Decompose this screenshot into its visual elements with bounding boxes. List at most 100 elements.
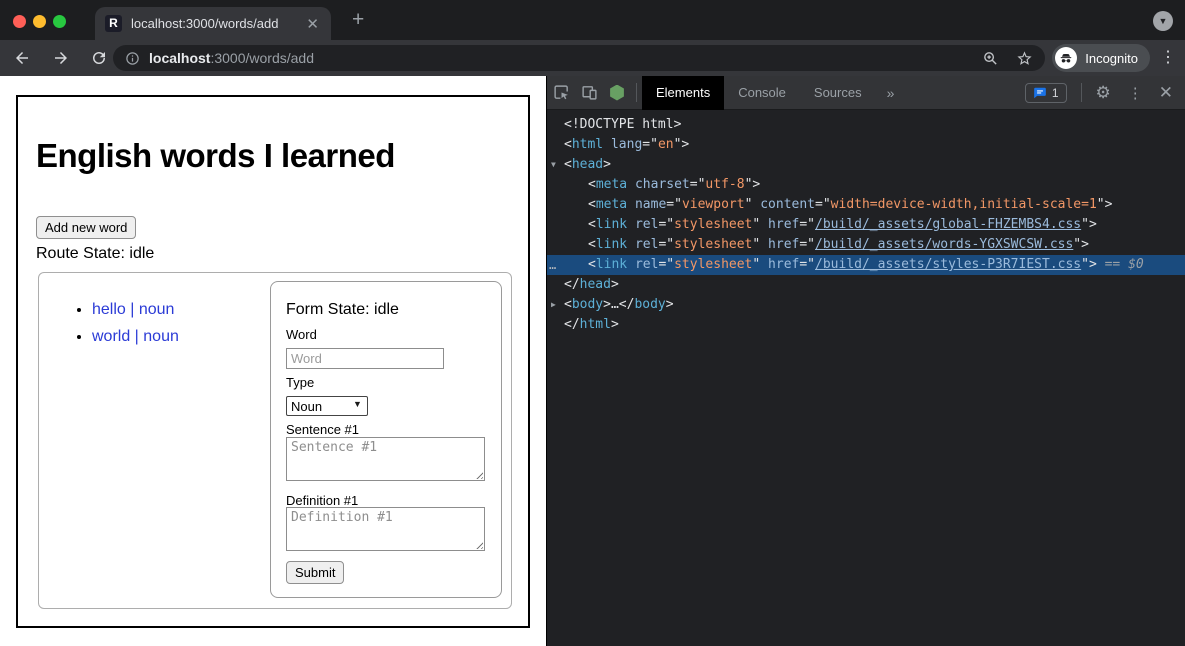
devtools-code: <!DOCTYPE html><html lang="en">▼<head><m… <box>547 110 1185 335</box>
inspect-element-icon[interactable] <box>547 76 575 110</box>
disclosure-arrow-icon[interactable]: ▶ <box>551 295 556 315</box>
code-token: width=device-width,initial-scale=1 <box>831 197 1097 212</box>
code-token: < <box>564 297 572 312</box>
add-word-form: Form State: idle Word Type Noun ▼ Senten… <box>270 281 502 598</box>
browser-tab[interactable]: R localhost:3000/words/add ✕ <box>95 7 331 40</box>
devtools-code-line[interactable]: <html lang="en"> <box>547 135 1185 155</box>
form-state-text: Form State: idle <box>286 301 399 319</box>
window-close-button[interactable] <box>13 15 26 28</box>
tab-elements[interactable]: Elements <box>642 76 724 110</box>
site-info-icon[interactable] <box>125 51 140 66</box>
code-token: =" <box>658 217 674 232</box>
issues-counter[interactable]: 1 <box>1025 83 1067 103</box>
submit-button[interactable]: Submit <box>286 561 344 584</box>
new-tab-button[interactable]: + <box>346 8 370 32</box>
definition-textarea[interactable] <box>286 507 485 551</box>
code-token: href <box>768 257 799 272</box>
tab-close-icon[interactable]: ✕ <box>304 15 321 33</box>
code-token: </ <box>564 317 580 332</box>
code-token: =" <box>799 257 815 272</box>
sentence-label: Sentence #1 <box>286 422 359 437</box>
code-token: rel <box>635 237 658 252</box>
app-container: English words I learned Add new word Rou… <box>16 95 530 628</box>
code-token: body <box>634 297 665 312</box>
code-token: " <box>752 237 768 252</box>
code-token: rel <box>635 217 658 232</box>
forward-icon[interactable] <box>52 49 70 67</box>
code-token: =" <box>666 197 682 212</box>
incognito-icon <box>1055 47 1077 69</box>
code-token: < <box>564 137 572 152</box>
devtools-code-line[interactable]: …<link rel="stylesheet" href="/build/_as… <box>547 255 1185 275</box>
devtools-code-line[interactable]: </html> <box>547 315 1185 335</box>
devtools-menu-icon[interactable]: ⋮ <box>1120 84 1151 102</box>
devtools-code-line[interactable]: </head> <box>547 275 1185 295</box>
url-text: localhost:3000/words/add <box>149 50 982 66</box>
address-bar: localhost:3000/words/add Incognito ⋮ <box>0 40 1185 76</box>
incognito-badge: Incognito <box>1052 44 1150 72</box>
settings-gear-icon[interactable]: ⚙ <box>1087 83 1120 103</box>
tab-title: localhost:3000/words/add <box>131 16 304 31</box>
word-link[interactable]: world | noun <box>92 328 179 345</box>
code-token: < <box>588 177 596 192</box>
devtools-code-line[interactable]: ▼<head> <box>547 155 1185 175</box>
code-token: rel <box>635 257 658 272</box>
code-token: /build/_assets/styles-P3R7IEST.css <box>815 257 1081 272</box>
code-token: html <box>572 137 603 152</box>
code-token: > <box>603 157 611 172</box>
devtools-code-line[interactable]: <meta name="viewport" content="width=dev… <box>547 195 1185 215</box>
extension-hexagon-icon[interactable] <box>603 76 631 110</box>
sentence-textarea[interactable] <box>286 437 485 481</box>
tab-search-button[interactable]: ▼ <box>1153 11 1173 31</box>
url-input[interactable]: localhost:3000/words/add <box>113 45 1045 71</box>
devtools-close-icon[interactable]: ✕ <box>1151 83 1185 103</box>
devtools-code-line[interactable]: <link rel="stylesheet" href="/build/_ass… <box>547 235 1185 255</box>
disclosure-arrow-icon[interactable]: ▼ <box>551 155 556 175</box>
code-token: lang <box>611 137 642 152</box>
code-token: </ <box>619 297 635 312</box>
reload-icon[interactable] <box>90 49 108 67</box>
code-token: charset <box>635 177 690 192</box>
incognito-label: Incognito <box>1085 51 1138 66</box>
window-minimize-button[interactable] <box>33 15 46 28</box>
devtools-code-line[interactable]: <link rel="stylesheet" href="/build/_ass… <box>547 215 1185 235</box>
page-content: English words I learned Add new word Rou… <box>0 76 546 646</box>
devtools-code-line[interactable]: <meta charset="utf-8"> <box>547 175 1185 195</box>
bookmark-star-icon[interactable] <box>1016 50 1033 67</box>
code-token: > <box>666 297 674 312</box>
more-tabs-icon[interactable]: » <box>876 85 906 101</box>
add-new-word-button[interactable]: Add new word <box>36 216 136 239</box>
type-label: Type <box>286 375 314 390</box>
devtools-code-line[interactable]: ▶<body>…</body> <box>547 295 1185 315</box>
type-select[interactable]: Noun <box>286 396 368 416</box>
code-token: meta <box>596 177 627 192</box>
code-token: "> <box>1081 217 1097 232</box>
tab-sources[interactable]: Sources <box>800 76 876 110</box>
code-token: content <box>760 197 815 212</box>
code-token: href <box>768 217 799 232</box>
devtools-code-line[interactable]: <!DOCTYPE html> <box>547 115 1185 135</box>
code-token: " <box>752 217 768 232</box>
code-token: =" <box>815 197 831 212</box>
tab-console[interactable]: Console <box>724 76 800 110</box>
code-token: > <box>611 277 619 292</box>
device-toolbar-icon[interactable] <box>575 76 603 110</box>
code-token: =" <box>799 217 815 232</box>
window-zoom-button[interactable] <box>53 15 66 28</box>
word-link[interactable]: hello | noun <box>92 301 174 318</box>
back-icon[interactable] <box>13 49 31 67</box>
browser-menu-icon[interactable]: ⋮ <box>1160 47 1176 69</box>
code-token: < <box>588 197 596 212</box>
code-token: </ <box>564 277 580 292</box>
code-token: name <box>635 197 666 212</box>
url-host: localhost <box>149 50 210 66</box>
code-token: < <box>588 257 596 272</box>
code-token: "> <box>1081 257 1104 272</box>
ellipsis-gutter-icon[interactable]: … <box>549 255 557 275</box>
code-token: =" <box>799 237 815 252</box>
word-input[interactable] <box>286 348 444 369</box>
code-token: href <box>768 237 799 252</box>
zoom-icon[interactable] <box>982 50 999 67</box>
code-token: meta <box>596 197 627 212</box>
code-token: =" <box>658 257 674 272</box>
